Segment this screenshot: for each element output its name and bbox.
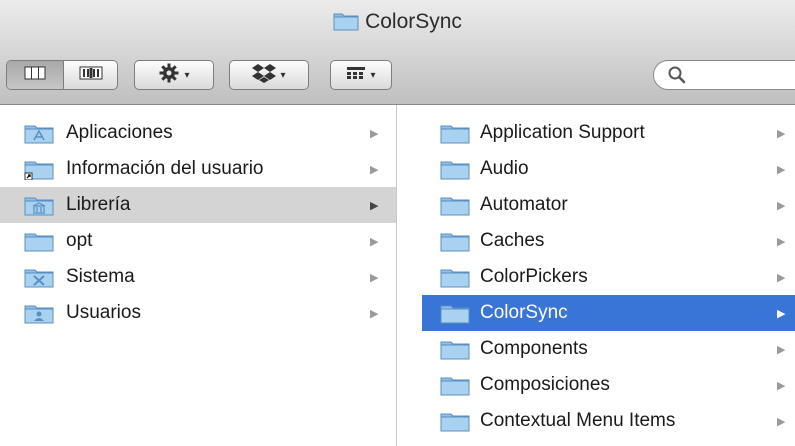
item-label: Composiciones <box>480 374 610 395</box>
arrange-menu-button[interactable]: ▾ <box>330 60 392 90</box>
chevron-down-icon: ▾ <box>184 69 190 81</box>
item-label: Aplicaciones <box>66 122 173 143</box>
list-item[interactable]: ColorPickers ▶ <box>422 259 795 295</box>
view-mode-control <box>6 60 118 90</box>
cover-flow-icon <box>79 66 103 85</box>
folder-icon <box>440 412 470 432</box>
disclosure-arrow-icon: ▶ <box>777 344 786 356</box>
list-item-opt[interactable]: opt ▶ <box>0 223 396 259</box>
library-folder-icon <box>24 196 54 216</box>
item-label: Contextual Menu Items <box>480 410 676 431</box>
window-title-text: ColorSync <box>365 10 462 33</box>
item-label: Librería <box>66 194 131 215</box>
sidebar-column: Aplicaciones ▶ Información del usuario ▶… <box>0 105 396 446</box>
item-label: opt <box>66 230 93 251</box>
folder-icon <box>440 304 470 324</box>
list-item[interactable]: Automator ▶ <box>422 187 795 223</box>
column-divider[interactable] <box>396 105 421 446</box>
search-input[interactable] <box>692 64 795 88</box>
folder-icon <box>440 124 470 144</box>
disclosure-arrow-icon: ▶ <box>777 416 786 428</box>
list-item[interactable]: Audio ▶ <box>422 151 795 187</box>
disclosure-arrow-icon: ▶ <box>370 128 379 140</box>
disclosure-arrow-icon: ▶ <box>777 272 786 284</box>
folder-icon <box>24 232 54 252</box>
folder-icon <box>440 196 470 216</box>
item-label: Components <box>480 338 588 359</box>
folder-icon <box>440 160 470 180</box>
alias-folder-icon <box>24 160 54 181</box>
list-item[interactable]: Components ▶ <box>422 331 795 367</box>
list-item-aplicaciones[interactable]: Aplicaciones ▶ <box>0 115 396 151</box>
disclosure-arrow-icon: ▶ <box>777 164 786 176</box>
folder-icon <box>440 376 470 396</box>
list-item-selected[interactable]: ColorSync ▶ <box>422 295 795 331</box>
disclosure-arrow-icon: ▶ <box>370 272 379 284</box>
folder-icon <box>440 232 470 252</box>
cover-flow-view-button[interactable] <box>64 61 117 89</box>
list-item[interactable]: Application Support ▶ <box>422 115 795 151</box>
chevron-down-icon: ▾ <box>280 69 286 81</box>
disclosure-arrow-icon: ▶ <box>370 200 379 212</box>
arrange-grid-icon <box>346 66 366 85</box>
system-folder-icon <box>24 268 54 288</box>
toolbar: ▾ ▾ ▾ <box>0 52 795 105</box>
item-label: Audio <box>480 158 529 179</box>
folder-icon <box>440 340 470 360</box>
applications-folder-icon <box>24 124 54 144</box>
item-label: Sistema <box>66 266 135 287</box>
gear-icon <box>158 62 180 89</box>
users-folder-icon <box>24 304 54 324</box>
disclosure-arrow-icon: ▶ <box>777 308 786 320</box>
list-item-libreria[interactable]: Librería ▶ <box>0 187 396 223</box>
folder-icon <box>333 11 359 37</box>
list-item-informacion-usuario[interactable]: Información del usuario ▶ <box>0 151 396 187</box>
disclosure-arrow-icon: ▶ <box>777 236 786 248</box>
item-label: ColorPickers <box>480 266 588 287</box>
dropbox-icon <box>252 63 277 88</box>
chevron-down-icon: ▾ <box>370 69 376 81</box>
column-view-button[interactable] <box>7 61 63 89</box>
item-label: Información del usuario <box>66 158 264 179</box>
item-label: Automator <box>480 194 568 215</box>
title-bar: ColorSync <box>0 0 795 52</box>
action-menu-button[interactable]: ▾ <box>134 60 214 90</box>
disclosure-arrow-icon: ▶ <box>370 236 379 248</box>
search-icon <box>668 66 686 89</box>
item-label: Caches <box>480 230 545 251</box>
list-item[interactable]: Composiciones ▶ <box>422 367 795 403</box>
folder-icon <box>440 268 470 288</box>
column-view-icon <box>24 66 46 85</box>
disclosure-arrow-icon: ▶ <box>777 128 786 140</box>
window-title: ColorSync <box>0 10 795 37</box>
search-field[interactable] <box>653 60 795 90</box>
disclosure-arrow-icon: ▶ <box>370 164 379 176</box>
disclosure-arrow-icon: ▶ <box>777 380 786 392</box>
library-column: Application Support ▶ Audio ▶ Automator … <box>422 105 795 446</box>
list-item-sistema[interactable]: Sistema ▶ <box>0 259 396 295</box>
item-label: Usuarios <box>66 302 141 323</box>
list-item[interactable]: Caches ▶ <box>422 223 795 259</box>
list-item-usuarios[interactable]: Usuarios ▶ <box>0 295 396 331</box>
disclosure-arrow-icon: ▶ <box>777 200 786 212</box>
dropbox-menu-button[interactable]: ▾ <box>229 60 309 90</box>
disclosure-arrow-icon: ▶ <box>370 308 379 320</box>
list-item[interactable]: Contextual Menu Items ▶ <box>422 403 795 439</box>
item-label: ColorSync <box>480 302 568 323</box>
item-label: Application Support <box>480 122 645 143</box>
